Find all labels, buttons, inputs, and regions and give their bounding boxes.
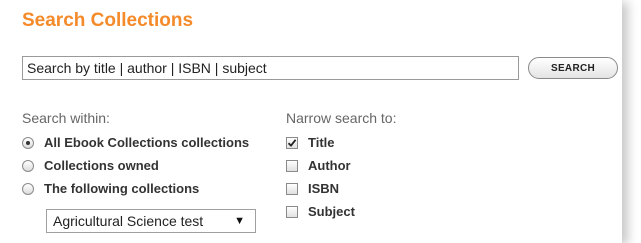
radio-label: Collections owned: [44, 158, 159, 173]
search-button[interactable]: SEARCH: [528, 57, 618, 79]
checkbox[interactable]: [286, 205, 298, 218]
checkbox-author[interactable]: Author: [286, 158, 351, 173]
radio-button[interactable]: [22, 159, 34, 172]
checkbox[interactable]: [286, 159, 298, 172]
panel-title: Search Collections: [22, 10, 194, 31]
checkbox-label: Title: [308, 135, 335, 150]
checkbox[interactable]: [286, 182, 298, 195]
checkbox-subject[interactable]: Subject: [286, 204, 355, 219]
radio-button[interactable]: [22, 182, 34, 195]
radio-label: The following collections: [44, 181, 200, 196]
checkbox-isbn[interactable]: ISBN: [286, 181, 339, 196]
radio-collections-owned[interactable]: Collections owned: [22, 158, 159, 173]
checkbox-label: ISBN: [308, 181, 340, 196]
radio-label: All Ebook Collections collections: [44, 135, 250, 150]
dropdown-arrow-icon: ▼: [234, 215, 245, 227]
radio-all-collections[interactable]: All Ebook Collections collections: [22, 135, 249, 150]
collection-select-value: Agricultural Science test: [53, 213, 204, 229]
search-input[interactable]: [22, 56, 519, 80]
narrow-search-heading: Narrow search to:: [286, 110, 397, 126]
checkbox-label: Author: [308, 158, 351, 173]
checkbox-title[interactable]: Title: [286, 135, 335, 150]
search-within-heading: Search within:: [22, 110, 110, 126]
search-panel: Search Collections SEARCH Search within:…: [0, 0, 622, 243]
collection-select[interactable]: Agricultural Science test ▼: [46, 209, 256, 233]
checkbox[interactable]: [286, 136, 298, 149]
checkbox-label: Subject: [308, 204, 355, 219]
radio-button[interactable]: [22, 136, 34, 149]
radio-following-collections[interactable]: The following collections: [22, 181, 199, 196]
checkmark-icon: [287, 138, 297, 147]
